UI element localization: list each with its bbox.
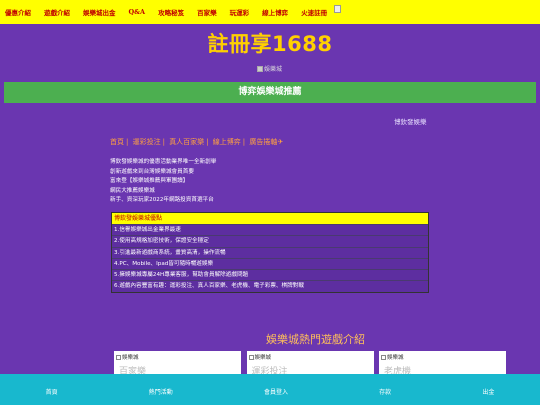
image-alt: 娛樂城: [254, 355, 272, 361]
game-cards: 娛樂城 百家樂 娛樂城 運彩投注 娛樂城 老虎機: [114, 351, 506, 375]
footer-link-events[interactable]: 熱門活動: [149, 387, 173, 396]
banner-image: 娛樂城: [257, 64, 282, 73]
broken-image-icon: [257, 65, 263, 72]
popular-games-title: 娛樂城熱門遊戲介紹: [266, 333, 365, 346]
footer-link-home[interactable]: 首頁: [46, 387, 58, 396]
game-card-image: 娛樂城: [381, 353, 404, 361]
feature-row: 6.遊戲內容豐富有趣：運彩投注、真人百家樂、老虎機、電子彩票、棋牌對戰: [112, 280, 428, 292]
feature-row: 2.使用高規格加密技術，保證安全穩定: [112, 235, 428, 247]
game-card-image: 娛樂城: [116, 353, 139, 361]
intro-line: 富來登【娛樂城推薦與軍團讀】: [110, 178, 189, 184]
image-alt: 娛樂城: [387, 355, 404, 361]
breadcrumb-item[interactable]: 真人百家樂: [169, 138, 204, 146]
nav-link-games[interactable]: 遊戲介紹: [44, 7, 70, 17]
intro-line: 網民大推薦娛樂城: [110, 187, 155, 194]
broken-image-icon: [334, 5, 342, 13]
section-header-bar: 博弈娛樂城推薦: [4, 82, 536, 103]
nav-link-baccarat[interactable]: 百家樂: [197, 7, 217, 17]
feature-row: 5.擁娛樂城專屬24H專業客服，幫助會員解除遊戲問題: [112, 269, 428, 281]
top-nav: 優惠介紹 遊戲介紹 娛樂城出金 Q&A 攻略秘笈 百家樂 玩運彩 線上博弈 火速…: [0, 0, 540, 24]
side-link[interactable]: 博欽發娛樂: [394, 116, 427, 126]
broken-image-icon: [248, 354, 254, 360]
site-logo[interactable]: 註冊享1688: [0, 28, 540, 58]
intro-line: 新手、資深玩家2022年網路投資首選平台: [110, 197, 214, 203]
game-card-image: 娛樂城: [248, 353, 272, 361]
breadcrumb-item[interactable]: 廣告捲軸✈: [249, 138, 283, 146]
banner-image-alt: 娛樂城: [264, 66, 283, 73]
bottom-nav: 首頁 熱門活動 會員登入 存款 出金: [0, 374, 540, 405]
footer-link-login[interactable]: 會員登入: [264, 387, 288, 396]
breadcrumb-item[interactable]: 首頁: [110, 138, 124, 146]
feature-row: 4.PC、Mobile、Ipad皆可隨時暢遊娛樂: [112, 257, 428, 270]
broken-image-icon: [116, 354, 121, 360]
nav-link-sports[interactable]: 玩運彩: [230, 7, 250, 17]
intro-line: 創新遊戲來到台灣娛樂城會員首要: [110, 168, 194, 175]
game-card[interactable]: 娛樂城 老虎機: [379, 351, 506, 375]
breadcrumb-item[interactable]: 運彩投注: [133, 138, 161, 146]
nav-link-withdraw[interactable]: 娛樂城出金: [83, 7, 116, 17]
game-card[interactable]: 娛樂城 百家樂: [114, 351, 241, 375]
nav-link-promotions[interactable]: 優惠介紹: [5, 7, 31, 17]
features-table: 博欽發娛樂城優點 1.信譽娛樂城出金業界最速 2.使用高規格加密技術，保證安全穩…: [111, 212, 429, 293]
image-alt: 娛樂城: [122, 355, 139, 361]
broken-image-icon: [381, 354, 386, 360]
nav-link-guide[interactable]: 攻略秘笈: [158, 7, 184, 17]
intro-text: 博欽發娛樂城的優惠活動業界唯一全新創舉 創新遊戲來到台灣娛樂城會員首要 富來登【…: [110, 158, 216, 206]
breadcrumb: 首頁 | 運彩投注 | 真人百家樂 | 線上博弈 | 廣告捲軸✈: [110, 138, 284, 146]
breadcrumb-item[interactable]: 線上博弈: [213, 138, 241, 146]
intro-line: 博欽發娛樂城的優惠活動業界唯一全新創舉: [110, 159, 217, 165]
feature-row: 1.信譽娛樂城出金業界最速: [112, 224, 428, 236]
footer-link-withdraw[interactable]: 出金: [482, 387, 494, 396]
feature-row: 3.引進最新遊戲商系統，畫質高清，操作流暢: [112, 246, 428, 258]
features-header: 博欽發娛樂城優點: [112, 213, 428, 224]
nav-link-register[interactable]: 火速註冊: [301, 7, 327, 17]
nav-link-qa[interactable]: Q&A: [129, 8, 146, 16]
footer-link-deposit[interactable]: 存款: [379, 387, 391, 396]
game-card[interactable]: 娛樂城 運彩投注: [246, 351, 374, 375]
nav-link-online-gaming[interactable]: 線上博弈: [262, 7, 288, 17]
